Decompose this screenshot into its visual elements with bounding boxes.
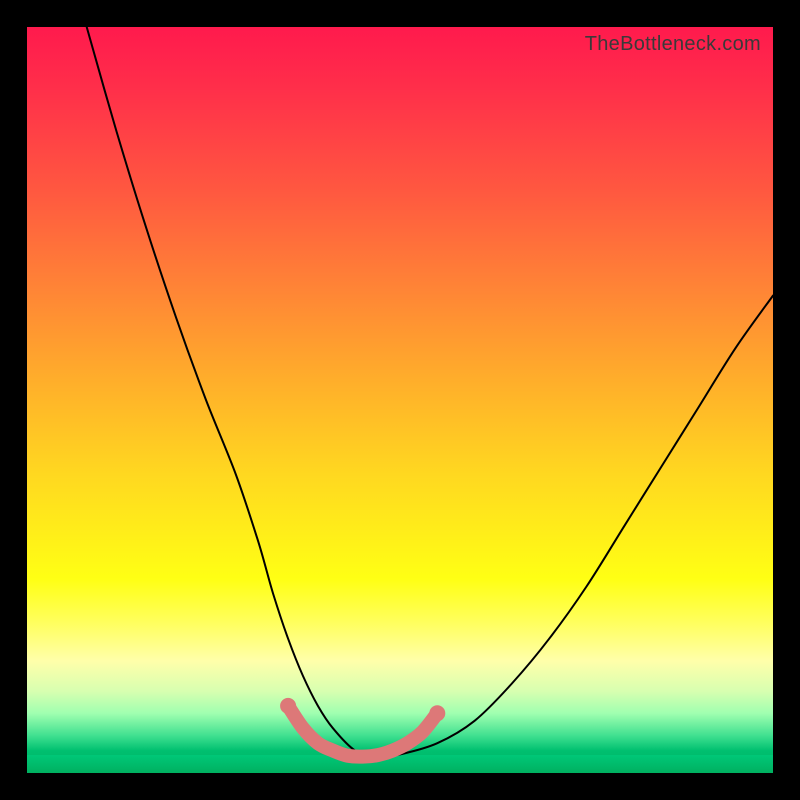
- optimal-endpoint-dot: [280, 698, 296, 714]
- chart-frame: TheBottleneck.com: [0, 0, 800, 800]
- optimal-endpoint-dot: [429, 705, 445, 721]
- optimal-region-overlay: [288, 706, 437, 757]
- optimal-region-dots: [280, 698, 445, 721]
- watermark-text: TheBottleneck.com: [585, 33, 761, 56]
- plot-area: TheBottleneck.com: [27, 27, 773, 773]
- bottleneck-curve: [87, 27, 773, 757]
- curve-layer: [27, 27, 773, 773]
